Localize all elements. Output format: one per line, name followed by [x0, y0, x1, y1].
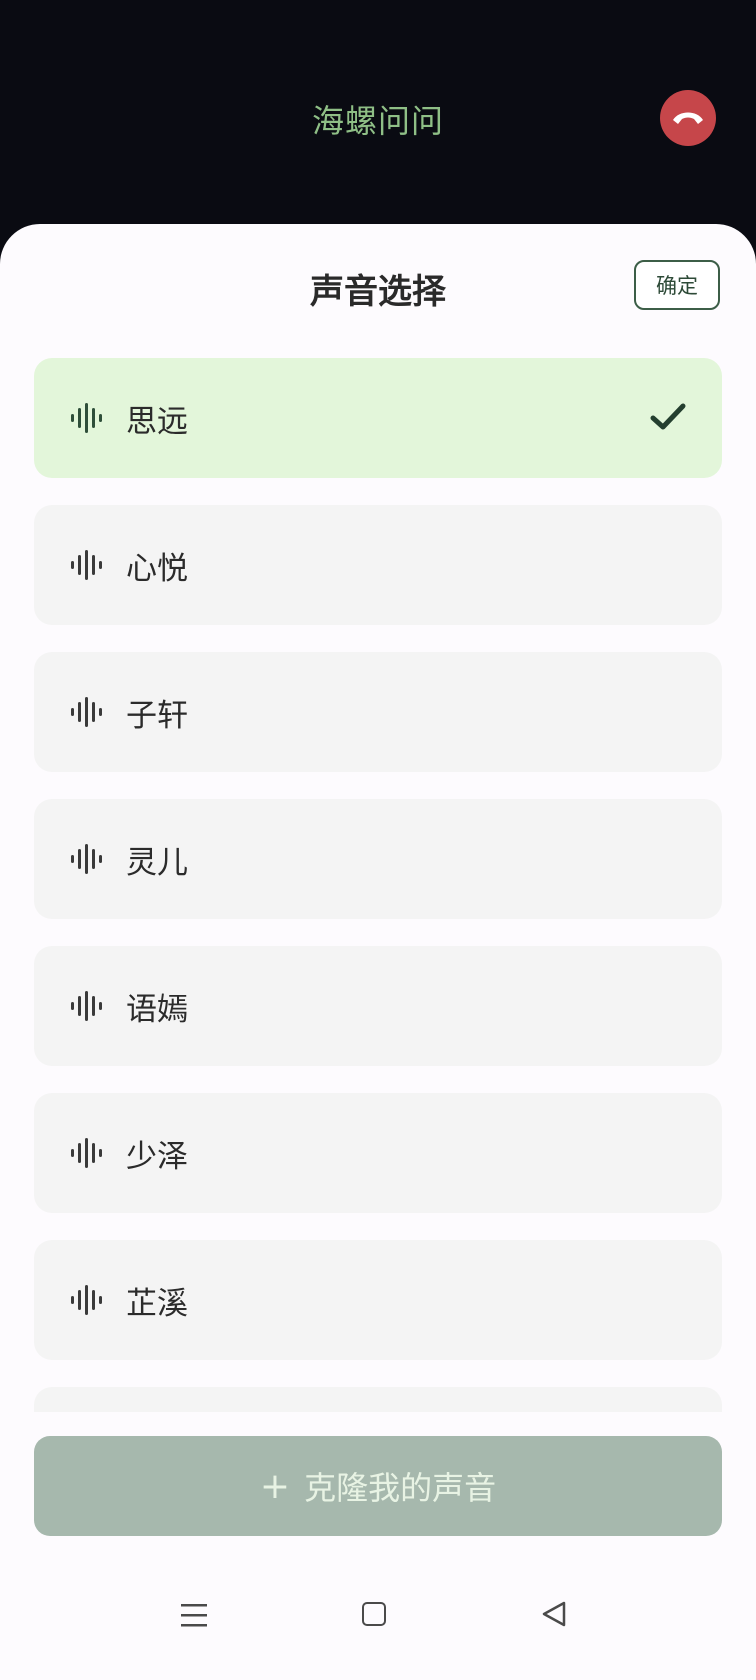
clone-voice-label: 克隆我的声音	[304, 1469, 497, 1507]
sound-wave-icon	[71, 1285, 102, 1315]
voice-label: 语嫣	[126, 991, 188, 1028]
voice-item-partial[interactable]	[34, 1387, 722, 1412]
confirm-button[interactable]: 确定	[634, 260, 720, 310]
voice-item[interactable]: 思远	[34, 358, 722, 478]
call-header: 海螺问问	[0, 0, 756, 240]
voice-item[interactable]: 语嫣	[34, 946, 722, 1066]
app-title: 海螺问问	[311, 102, 444, 140]
sound-wave-icon	[71, 1138, 102, 1168]
voice-item[interactable]: 灵儿	[34, 799, 722, 919]
voice-label: 子轩	[126, 697, 188, 734]
plus-icon: +	[259, 1465, 291, 1507]
voice-select-sheet: 声音选择 确定 思远 心悦 子轩 灵儿 语嫣 少泽 芷溪 + 克隆我的声音	[0, 224, 756, 1680]
hangup-button[interactable]	[660, 90, 716, 146]
voice-item[interactable]: 心悦	[34, 505, 722, 625]
back-icon[interactable]	[540, 1600, 568, 1628]
voice-list[interactable]: 思远 心悦 子轩 灵儿 语嫣 少泽 芷溪	[34, 358, 722, 1412]
voice-item[interactable]: 芷溪	[34, 1240, 722, 1360]
sound-wave-icon	[71, 991, 102, 1021]
phone-hangup-icon	[673, 112, 703, 124]
menu-icon[interactable]	[180, 1602, 208, 1628]
system-nav-bar	[0, 1580, 756, 1680]
sound-wave-icon	[71, 403, 102, 433]
voice-label: 少泽	[126, 1138, 188, 1175]
sound-wave-icon	[71, 550, 102, 580]
voice-item[interactable]: 子轩	[34, 652, 722, 772]
voice-label: 芷溪	[126, 1285, 188, 1322]
voice-label: 心悦	[126, 550, 188, 587]
clone-voice-button[interactable]: + 克隆我的声音	[34, 1436, 722, 1536]
voice-label: 灵儿	[126, 844, 188, 881]
sound-wave-icon	[71, 844, 102, 874]
sound-wave-icon	[71, 697, 102, 727]
voice-item[interactable]: 少泽	[34, 1093, 722, 1213]
check-icon	[650, 403, 686, 430]
voice-label: 思远	[126, 403, 188, 440]
home-icon[interactable]	[362, 1602, 386, 1626]
